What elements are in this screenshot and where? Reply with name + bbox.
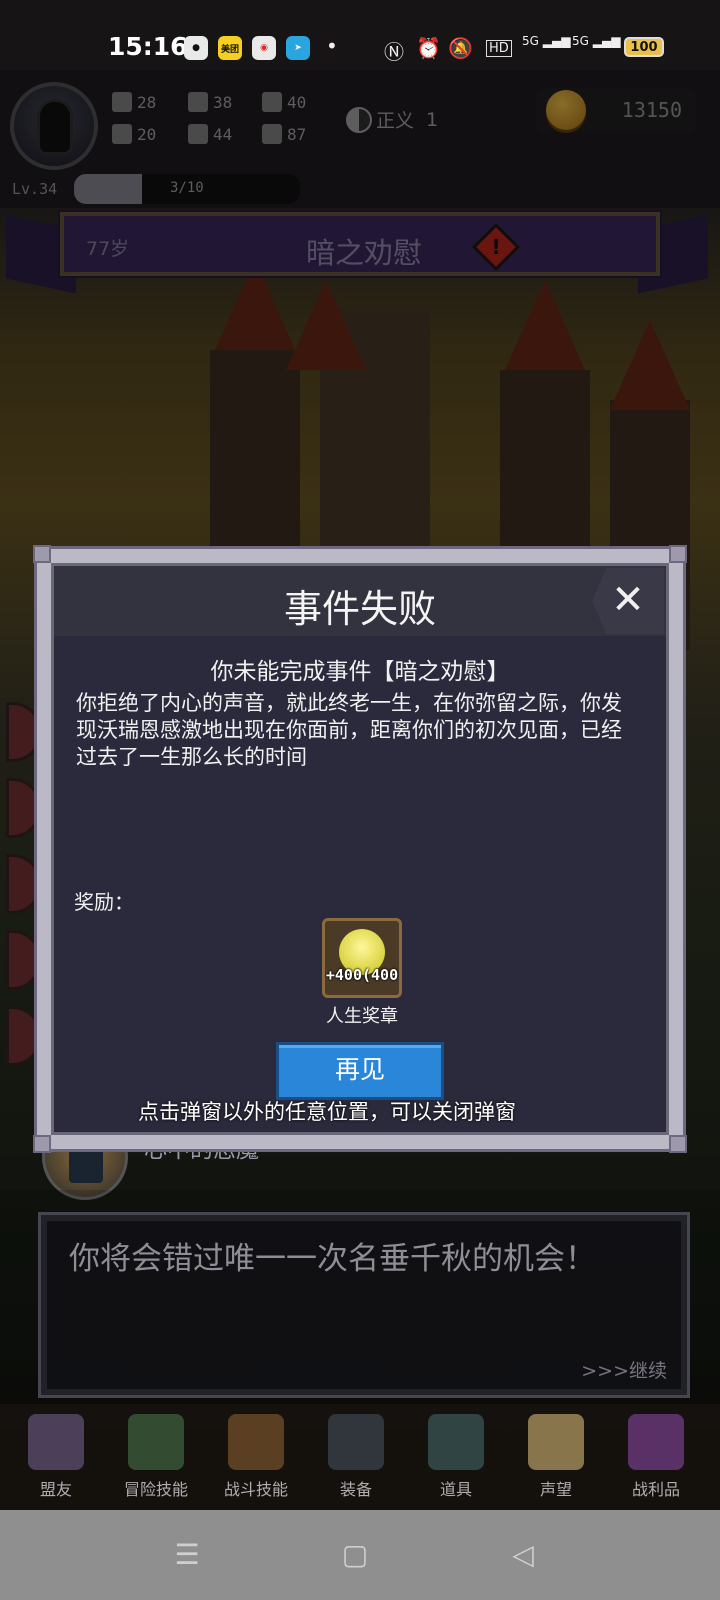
- modal-corner: [669, 545, 687, 563]
- network-1-label: 5G: [522, 34, 539, 48]
- back-icon[interactable]: ◁: [508, 1540, 538, 1570]
- red-app-icon: ◉: [252, 36, 276, 60]
- status-bar: 15:16 ● 美团 ◉ ➤ • Ⓝ ⏰ 🔕 HD 5G ▂▄▆ 5G ▂▄▆ …: [0, 0, 720, 70]
- meituan-icon: 美团: [218, 36, 242, 60]
- modal-corner: [33, 545, 51, 563]
- network-2-label: 5G: [572, 34, 589, 48]
- reward-label: 奖励：: [74, 890, 134, 914]
- modal-body-text: 你拒绝了内心的声音，就此终老一生，在你弥留之际，你发现沃瑞恩感激地出现在你面前，…: [76, 691, 622, 769]
- reward-amount: +400(400: [325, 966, 399, 984]
- meituan-label: 美团: [220, 44, 239, 55]
- modal-title: 事件失败: [283, 587, 436, 631]
- reward-name: 人生奖章: [326, 1006, 398, 1027]
- system-nav-bar: ☰ ▢ ◁: [0, 1510, 720, 1600]
- dot-icon: •: [326, 34, 338, 58]
- modal-corner: [33, 1135, 51, 1153]
- mute-icon: 🔕: [448, 36, 473, 60]
- signal-1-icon: 5G ▂▄▆: [522, 34, 571, 48]
- nfc-icon: Ⓝ: [384, 40, 404, 64]
- game-screen[interactable]: 28 38 40 20 44 87 正义 1 13150 Lv.34 3/10 …: [0, 70, 720, 1510]
- telegram-icon: ➤: [286, 36, 310, 60]
- event-result-modal: 事件失败 ✕ 你未能完成事件【暗之劝慰】 你拒绝了内心的声音，就此终老一生，在你…: [33, 545, 687, 1153]
- modal-header: 事件失败 ✕: [54, 566, 666, 636]
- life-medal-icon[interactable]: [322, 918, 402, 998]
- modal-corner: [669, 1135, 687, 1153]
- nav-dim: [0, 1190, 720, 1510]
- status-time: 15:16: [108, 32, 188, 61]
- modal-content: 事件失败 ✕ 你未能完成事件【暗之劝慰】 你拒绝了内心的声音，就此终老一生，在你…: [51, 563, 669, 1135]
- goodbye-button[interactable]: 再见: [276, 1042, 444, 1100]
- battery-icon: 100: [624, 37, 664, 57]
- close-button[interactable]: ✕: [592, 568, 664, 634]
- alarm-icon: ⏰: [416, 36, 441, 60]
- home-icon[interactable]: ▢: [340, 1540, 370, 1570]
- wechat-icon: ●: [184, 36, 208, 60]
- modal-subtitle: 你未能完成事件【暗之劝慰】: [210, 659, 510, 685]
- battery-level: 100: [630, 39, 658, 55]
- hd-icon: HD: [486, 40, 512, 57]
- signal-2-icon: 5G ▂▄▆: [572, 34, 621, 48]
- dismiss-hint: 点击弹窗以外的任意位置，可以关闭弹窗: [138, 1100, 516, 1124]
- menu-icon[interactable]: ☰: [172, 1540, 202, 1570]
